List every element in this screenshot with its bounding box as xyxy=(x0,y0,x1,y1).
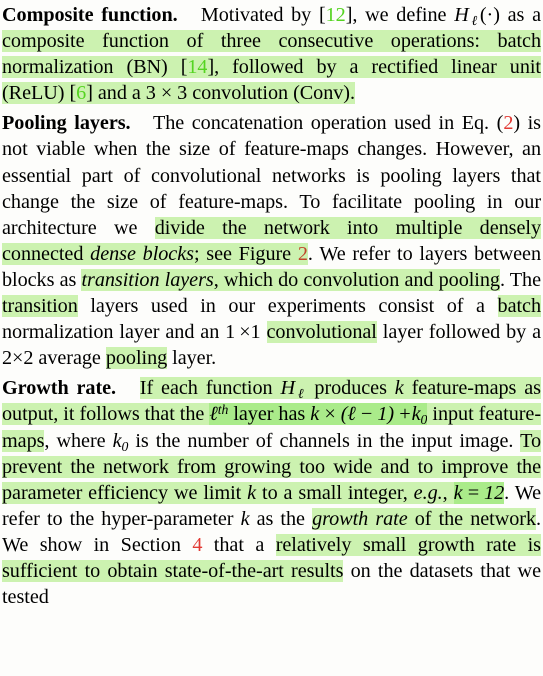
paragraph-lead-composite: Composite function. xyxy=(2,4,178,26)
emphasis-eg: e.g. xyxy=(413,481,443,504)
highlight-run: convolutional xyxy=(266,321,377,344)
highlight-run-strong: k = 12 xyxy=(453,481,505,504)
highlight-run: ; see Figure xyxy=(193,242,298,265)
math-H-ell: Hℓ xyxy=(280,377,307,402)
citation-figure-2[interactable]: 2 xyxy=(297,242,308,265)
text-run: The concatenation operation used in Eq. … xyxy=(152,112,504,135)
paragraph-pooling-layers: Pooling layers. The concatenation operat… xyxy=(0,106,543,371)
text-run: , where k0 is the number of channels in … xyxy=(44,429,521,454)
text-run: ], we define Hℓ(·) as a xyxy=(345,4,541,28)
highlight-run: pooling xyxy=(105,347,168,370)
text-run: . The xyxy=(499,268,541,291)
citation-6[interactable]: 6 xyxy=(76,82,86,105)
text-run: that a xyxy=(202,533,276,556)
highlight-run: , which do convolution and pooling xyxy=(213,268,500,291)
document-page: Composite function. Motivated by [12], w… xyxy=(0,0,543,676)
paragraph-lead-pooling: Pooling layers. xyxy=(2,112,131,135)
math-k0: k0 xyxy=(411,403,428,428)
text-run: Motivated by [ xyxy=(200,4,326,26)
math-k: k xyxy=(394,377,404,400)
highlight-run: batch xyxy=(497,295,541,318)
lead-gap xyxy=(131,112,153,134)
emphasis-transition-layers: transition layers xyxy=(81,268,214,291)
math-k0: k0 xyxy=(112,429,129,454)
math-ell-th: ℓth xyxy=(209,402,229,426)
citation-14[interactable]: 14 xyxy=(187,56,208,79)
citation-section-4[interactable]: 4 xyxy=(192,534,202,556)
text-run: layers used in our experiments consist o… xyxy=(77,295,498,318)
highlight-run: transition xyxy=(2,295,78,318)
math-k: k xyxy=(247,481,257,504)
math-k-equals-12: k = 12 xyxy=(453,481,505,504)
math-k-times-ell-minus-1: k × (ℓ − 1) + xyxy=(310,403,412,426)
lead-gap xyxy=(116,377,140,399)
lead-gap xyxy=(178,4,201,26)
math-H-ell: Hℓ xyxy=(454,4,480,28)
paragraph-lead-growth: Growth rate. xyxy=(2,377,117,400)
highlight-run-strong: k0 xyxy=(411,403,428,428)
text-run: layer. xyxy=(167,347,217,370)
citation-eq-2[interactable]: 2 xyxy=(503,112,513,134)
emphasis-dense-blocks: dense blocks xyxy=(90,242,194,265)
emphasis-growth-rate: growth rate xyxy=(312,507,408,530)
highlight-run: ] and a 3 × 3 convolution (Conv). xyxy=(86,82,355,105)
text-run: normalization layer and an 1 ×1 xyxy=(2,321,267,344)
paragraph-composite-function: Composite function. Motivated by [12], w… xyxy=(0,0,543,106)
highlight-run-strong: ℓth layer has k × (ℓ − 1) + xyxy=(209,402,412,426)
paragraph-growth-rate: Growth rate. If each function Hℓ produce… xyxy=(0,371,543,610)
highlight-run: of the network xyxy=(407,507,536,530)
citation-12[interactable]: 12 xyxy=(326,4,346,26)
math-k: k xyxy=(240,507,250,530)
